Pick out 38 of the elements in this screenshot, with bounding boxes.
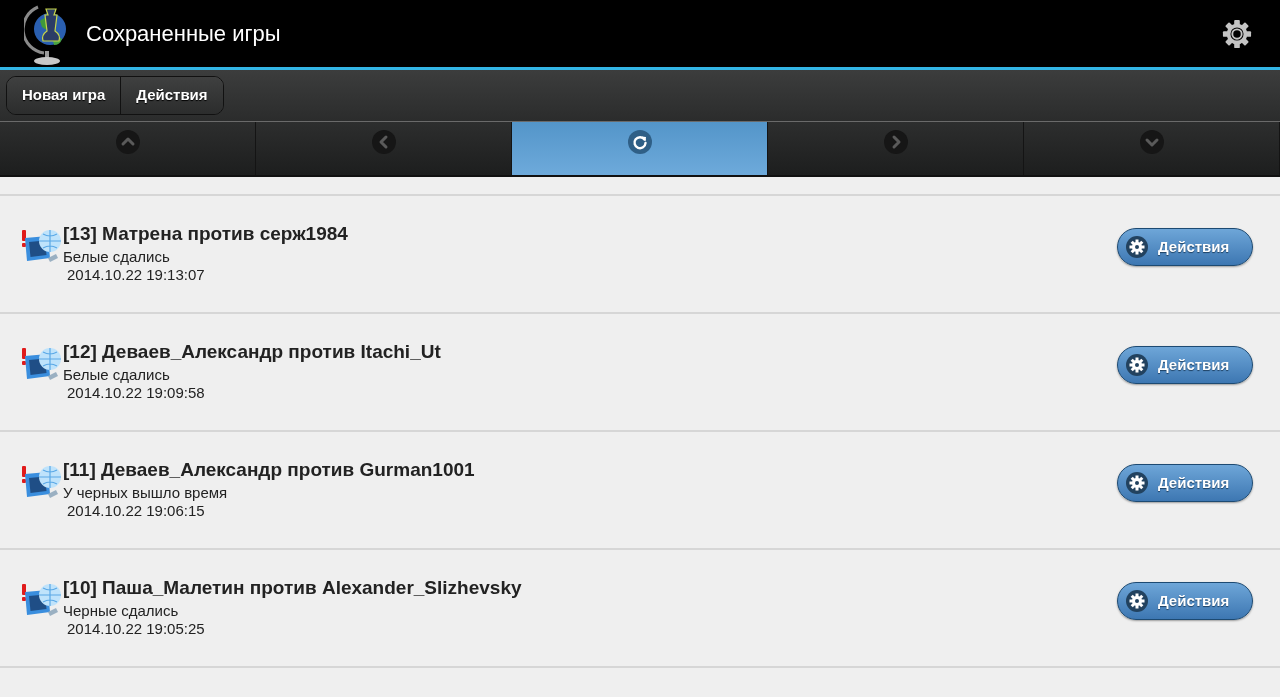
gear-icon [1126,590,1148,612]
chevron-up-icon [115,130,140,154]
monitor-globe-icon [22,346,62,382]
game-date: 2014.10.22 19:13:07 [66,266,206,284]
game-title: [11] Деваев_Александр против Gurman1001 [63,459,475,481]
nav-tab[interactable] [768,122,1024,175]
game-result: Белые сдались [63,366,171,384]
actions-button[interactable]: Действия [1117,464,1253,502]
page-title: Сохраненные игры [86,22,281,45]
game-title: [12] Деваев_Александр против Itachi_Ut [63,341,441,363]
toolbar-button[interactable]: Действия [120,77,223,114]
gear-icon [1126,472,1148,494]
game-result: Черные сдались [63,602,180,620]
monitor-globe-icon [22,464,62,500]
nav-tab[interactable] [1024,122,1280,175]
monitor-globe-icon [22,582,62,618]
nav-tab[interactable] [256,122,512,175]
game-title: [10] Паша_Малетин против Alexander_Slizhevsky [63,577,522,599]
game-date: 2014.10.22 19:05:25 [66,620,206,638]
nav-tab[interactable] [0,122,256,175]
game-title: [13] Матрена против серж1984 [63,223,348,245]
monitor-globe-icon [22,228,62,264]
chevron-right-icon [883,130,908,154]
chevron-down-icon [1139,130,1164,154]
game-result: У черных вышло время [63,484,229,502]
settings-icon[interactable] [1222,18,1252,49]
toolbar-button[interactable]: Новая игра [7,77,121,114]
actions-button[interactable]: Действия [1117,346,1253,384]
game-date: 2014.10.22 19:06:15 [66,502,206,520]
gear-icon [1126,354,1148,376]
game-date: 2014.10.22 19:09:58 [66,384,206,402]
actions-button[interactable]: Действия [1117,228,1253,266]
nav-tab[interactable] [512,122,768,175]
chevron-left-icon [371,130,396,154]
game-result: Белые сдались [63,248,171,266]
gear-icon [1126,236,1148,258]
refresh-icon [627,130,652,154]
actions-button[interactable]: Действия [1117,582,1253,620]
